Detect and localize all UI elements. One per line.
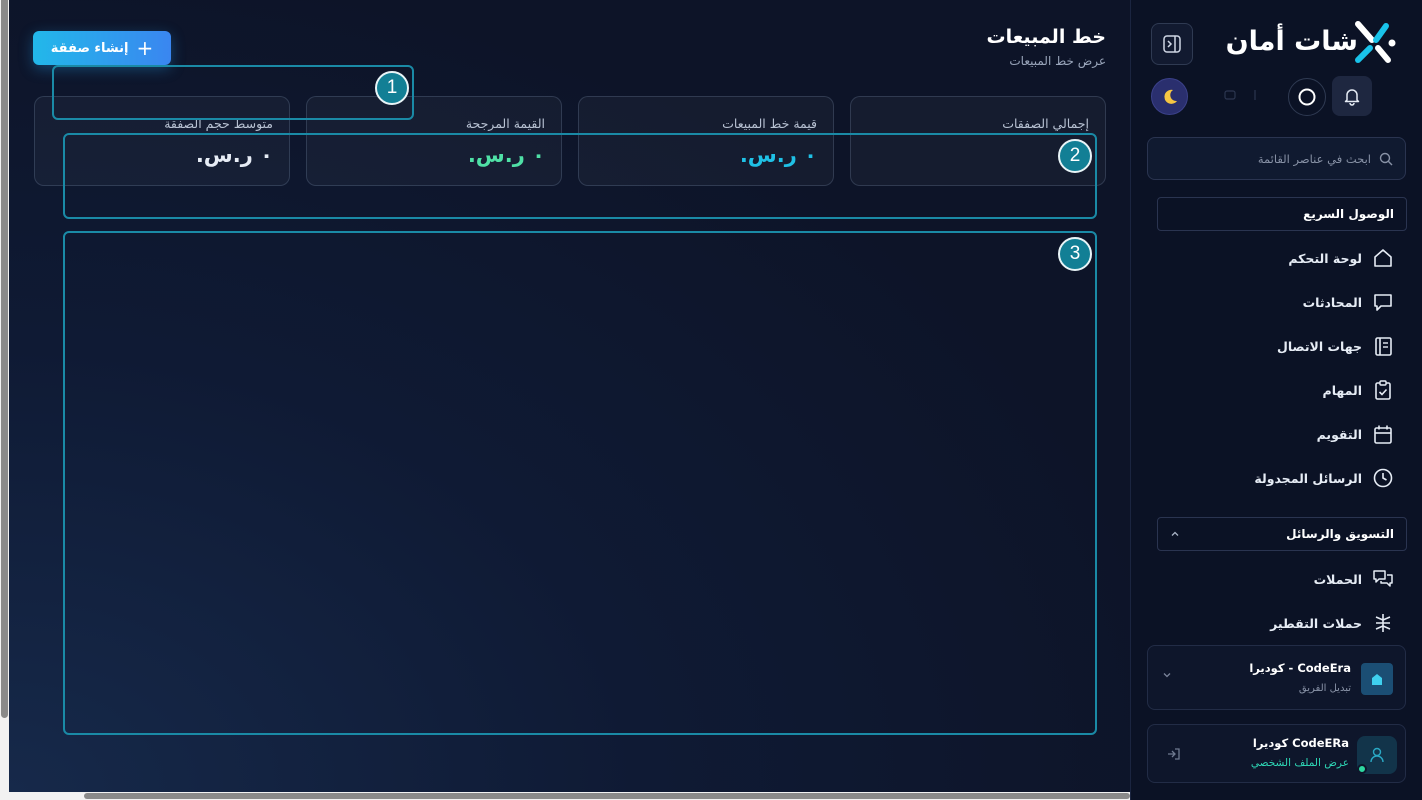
sidebar-item-label: جهات الاتصال [1276, 338, 1362, 354]
quick-access-label: الوصول السريع [1303, 207, 1394, 221]
team-switch-label: تبديل الفريق [1298, 683, 1351, 694]
annotation-badge-2: 2 [1058, 139, 1092, 173]
drip-icon [1375, 614, 1391, 632]
status-toggle-button[interactable] [1288, 78, 1326, 116]
stat-card-average-deal-size: متوسط حجم الصفقة ٠ ر.س. [34, 96, 290, 186]
annotation-badge-3: 3 [1058, 237, 1092, 271]
sidebar-item-conversations[interactable]: المحادثات [1303, 287, 1394, 317]
stat-label: قيمة خط المبيعات [722, 116, 817, 131]
sidebar-item-label: المهام [1322, 382, 1362, 398]
marketing-header[interactable]: التسويق والرسائل [1157, 517, 1407, 551]
sidebar-item-contacts[interactable]: جهات الاتصال [1277, 331, 1394, 361]
collapse-sidebar-button[interactable] [1151, 23, 1193, 65]
logo-text: شات أمان [1225, 26, 1358, 57]
theme-toggle-button[interactable] [1151, 78, 1188, 115]
circle-icon [1298, 88, 1316, 106]
main-content: خط المبيعات عرض خط المبيعات إنشاء صفقة +… [9, 0, 1130, 792]
profile-name: كوديرا CodeERa [1252, 736, 1349, 750]
sidebar-item-label: حملات التقطير [1270, 615, 1362, 631]
chevron-up-icon [1171, 531, 1179, 536]
calendar-icon [1374, 425, 1392, 444]
annotation-box-3 [63, 231, 1097, 735]
stat-value: ٠ ر.س. [739, 143, 817, 167]
annotation-badge-1: 1 [375, 71, 409, 105]
search-icon [1379, 152, 1393, 165]
stat-label: متوسط حجم الصفقة [164, 116, 273, 131]
team-name: كوديرا - CodeEra [1249, 661, 1351, 675]
chevron-down-icon [1163, 673, 1171, 678]
home-icon [1374, 249, 1392, 267]
page-subtitle: عرض خط المبيعات [1009, 54, 1106, 68]
online-status-dot [1357, 764, 1367, 774]
panel-collapse-icon [1163, 35, 1181, 53]
view-profile-link[interactable]: عرض الملف الشخصي [1251, 757, 1349, 769]
team-switcher[interactable]: كوديرا - CodeEra تبديل الفريق [1147, 645, 1406, 710]
user-icon [1370, 747, 1384, 763]
horizontal-scrollbar-thumb[interactable] [84, 793, 1130, 799]
logo-icon [1355, 21, 1396, 63]
sidebar-item-scheduled-messages[interactable]: الرسائل المجدولة [1254, 463, 1394, 493]
sidebar-item-drip-campaigns[interactable]: حملات التقطير [1270, 608, 1394, 638]
sidebar-item-label: لوحة التحكم [1288, 250, 1362, 266]
notifications-button[interactable] [1332, 76, 1372, 116]
sidebar-item-dashboard[interactable]: لوحة التحكم [1288, 243, 1394, 273]
page-title: خط المبيعات [986, 26, 1106, 48]
stat-value: ٠ ر.س. [195, 143, 273, 167]
sidebar-item-label: الرسائل المجدولة [1254, 470, 1362, 486]
stat-card-weighted-value: القيمة المرجحة ٠ ر.س. [306, 96, 562, 186]
sidebar-item-tasks[interactable]: المهام [1323, 375, 1394, 405]
sidebar-item-label: المحادثات [1302, 294, 1362, 310]
contacts-icon [1375, 337, 1392, 356]
vertical-scrollbar-thumb[interactable] [1, 0, 8, 718]
logout-icon[interactable] [1166, 746, 1182, 762]
stat-label: القيمة المرجحة [465, 116, 545, 131]
faint-icons [1224, 90, 1256, 100]
user-profile-card[interactable]: كوديرا CodeERa عرض الملف الشخصي [1147, 724, 1406, 783]
sidebar-item-campaigns[interactable]: الحملات [1314, 564, 1394, 594]
sidebar-item-calendar[interactable]: التقويم [1317, 419, 1394, 449]
stat-label: إجمالي الصفقات [1002, 116, 1089, 131]
quick-access-header[interactable]: الوصول السريع [1157, 197, 1407, 231]
bell-icon [1344, 89, 1360, 106]
clipboard-check-icon [1375, 380, 1391, 400]
team-avatar [1361, 663, 1393, 695]
create-deal-label: إنشاء صفقة [50, 40, 129, 56]
sidebar-item-label: التقويم [1316, 426, 1362, 442]
building-icon [1372, 674, 1382, 685]
sidebar-search[interactable] [1147, 137, 1406, 180]
plus-icon: + [136, 36, 154, 60]
chat-icon [1374, 294, 1392, 311]
clock-icon [1373, 468, 1393, 488]
stat-card-pipeline-value: قيمة خط المبيعات ٠ ر.س. [578, 96, 834, 186]
faint-toolbar-icons [1223, 88, 1283, 105]
campaigns-icon [1373, 570, 1393, 587]
create-deal-button[interactable]: إنشاء صفقة + [33, 31, 171, 65]
search-input[interactable] [1171, 151, 1371, 166]
sidebar-item-label: الحملات [1313, 571, 1362, 587]
stat-value: ٠ ر.س. [467, 143, 545, 167]
sidebar: شات أمان ال [1130, 0, 1422, 800]
marketing-label: التسويق والرسائل [1286, 527, 1394, 541]
moon-icon [1163, 89, 1177, 104]
stats-row: إجمالي الصفقات قيمة خط المبيعات ٠ ر.س. ا… [33, 96, 1106, 186]
